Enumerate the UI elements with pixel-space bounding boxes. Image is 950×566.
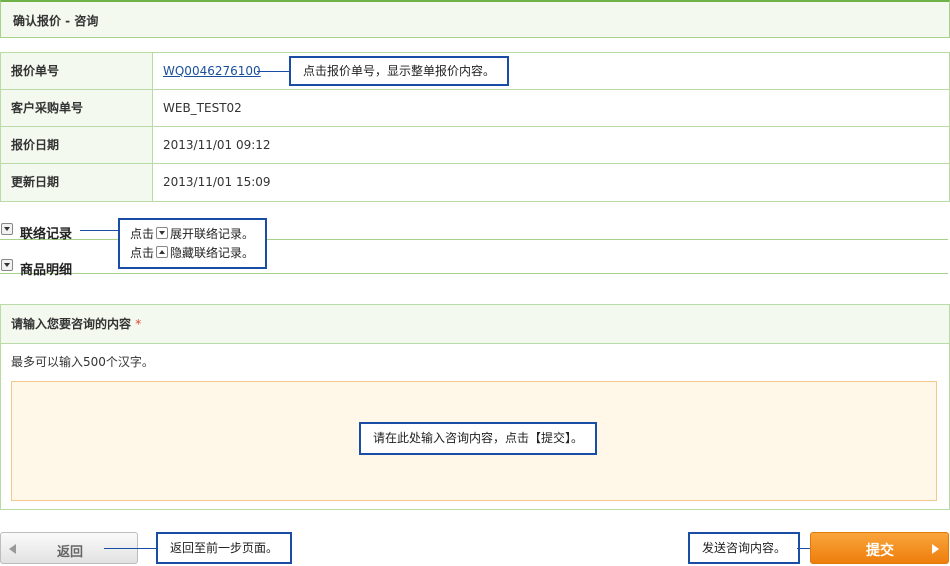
update-date-label: 更新日期 — [1, 164, 153, 201]
table-row: 更新日期 2013/11/01 15:09 — [1, 164, 949, 201]
collapse-hint-prefix: 点击 — [130, 246, 155, 260]
textarea-callout: 请在此处输入咨询内容，点击【提交】。 — [359, 422, 598, 455]
toggle-callout-leader — [80, 230, 118, 231]
quote-date-value: 2013/11/01 09:12 — [163, 138, 271, 152]
expand-toggle-icon[interactable] — [1, 223, 13, 235]
table-row: 客户采购单号 WEB_TEST02 — [1, 90, 949, 127]
expand-hint-suffix: 展开联络记录。 — [170, 227, 255, 241]
arrow-right-icon — [932, 543, 940, 557]
quote-number-link[interactable]: WQ0046276100 — [163, 64, 261, 78]
submit-button[interactable]: 提交 — [810, 532, 949, 564]
quote-number-label: 报价单号 — [1, 53, 153, 89]
quote-number-cell: WQ0046276100 — [153, 53, 261, 89]
back-callout-leader — [104, 548, 156, 549]
page-header: 确认报价 - 咨询 — [0, 0, 950, 38]
inquiry-panel: 请输入您要咨询的内容 * 最多可以输入500个汉字。 — [0, 304, 950, 510]
customer-po-value: WEB_TEST02 — [163, 101, 242, 115]
quote-number-callout: 点击报价单号，显示整单报价内容。 — [289, 56, 510, 86]
collapse-hint-suffix: 隐藏联络记录。 — [170, 246, 255, 260]
product-details-label[interactable]: 商品明细 — [20, 259, 72, 278]
toggle-callout: 点击 展开联络记录。 点击 隐藏联络记录。 — [118, 218, 267, 269]
back-callout: 返回至前一步页面。 — [156, 532, 293, 564]
chevron-down-icon — [156, 227, 169, 239]
send-callout-text: 发送咨询内容。 — [702, 541, 787, 555]
quote-callout-leader — [257, 71, 289, 72]
submit-button-label: 提交 — [866, 543, 894, 559]
arrow-left-icon — [9, 543, 17, 557]
chevron-up-icon — [156, 246, 169, 258]
table-row: 报价日期 2013/11/01 09:12 — [1, 127, 949, 164]
back-callout-text: 返回至前一步页面。 — [170, 541, 279, 555]
customer-po-label: 客户采购单号 — [1, 90, 153, 126]
required-mark: * — [135, 317, 142, 331]
back-button-label: 返回 — [57, 545, 84, 560]
expand-hint-prefix: 点击 — [130, 227, 155, 241]
collapse-hint: 点击 隐藏联络记录。 — [130, 244, 255, 263]
page-title: 确认报价 - 咨询 — [13, 14, 99, 28]
contact-record-label[interactable]: 联络记录 — [20, 223, 72, 242]
send-callout: 发送咨询内容。 — [688, 532, 801, 564]
quote-date-label: 报价日期 — [1, 127, 153, 163]
expand-toggle-icon[interactable] — [1, 259, 13, 271]
expand-hint: 点击 展开联络记录。 — [130, 225, 255, 244]
inquiry-hint: 最多可以输入500个汉字。 — [11, 355, 154, 369]
inquiry-title: 请输入您要咨询的内容 — [11, 317, 132, 331]
inquiry-header: 请输入您要咨询的内容 * — [1, 305, 949, 344]
quote-number-callout-text: 点击报价单号，显示整单报价内容。 — [303, 64, 496, 78]
update-date-value: 2013/11/01 15:09 — [163, 175, 271, 189]
textarea-callout-text: 请在此处输入咨询内容，点击【提交】。 — [373, 431, 584, 445]
